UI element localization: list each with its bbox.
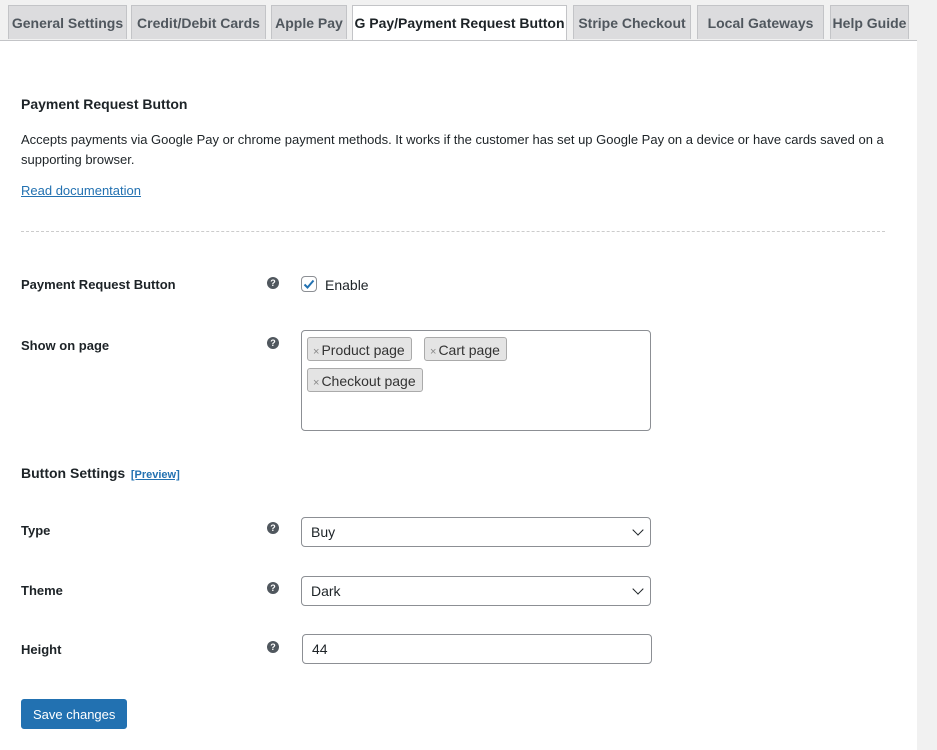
tab-help-guide[interactable]: Help Guide xyxy=(830,5,909,39)
help-icon[interactable]: ? xyxy=(267,582,279,594)
show-on-page-label: Show on page xyxy=(21,338,110,353)
help-icon[interactable]: ? xyxy=(267,337,279,349)
remove-icon[interactable]: × xyxy=(313,346,319,358)
payment-request-label: Payment Request Button xyxy=(21,277,176,292)
chip-label: Product page xyxy=(321,342,405,358)
checkmark-icon xyxy=(303,279,315,289)
section-title: Payment Request Button xyxy=(21,96,188,112)
chip-label: Checkout page xyxy=(321,373,416,389)
button-settings-title: Button Settings xyxy=(21,465,126,481)
enable-label: Enable xyxy=(325,277,369,293)
tab-credit-debit-cards[interactable]: Credit/Debit Cards xyxy=(131,5,266,39)
theme-value: Dark xyxy=(311,583,341,599)
type-select[interactable]: Buy xyxy=(301,517,651,547)
tab-general-settings[interactable]: General Settings xyxy=(8,5,127,39)
chevron-down-icon xyxy=(632,583,644,595)
chip-label: Cart page xyxy=(438,342,500,358)
height-input[interactable] xyxy=(302,634,652,664)
section-description: Accepts payments via Google Pay or chrom… xyxy=(21,132,884,167)
tab-stripe-checkout[interactable]: Stripe Checkout xyxy=(573,5,691,39)
theme-label: Theme xyxy=(21,583,63,598)
type-label: Type xyxy=(21,523,51,538)
save-changes-button[interactable]: Save changes xyxy=(21,699,128,729)
height-label: Height xyxy=(21,642,62,657)
remove-icon[interactable]: × xyxy=(313,377,319,389)
help-icon[interactable]: ? xyxy=(267,522,279,534)
enable-checkbox[interactable] xyxy=(301,276,317,292)
chip-checkout-page: × Checkout page xyxy=(307,368,423,392)
button-settings-heading: Button Settings [Preview] xyxy=(21,465,180,481)
chevron-down-icon xyxy=(632,524,644,536)
help-icon[interactable]: ? xyxy=(267,277,279,289)
chip-product-page: × Product page xyxy=(307,337,412,361)
tab-gpay-payment-request[interactable]: G Pay/Payment Request Button xyxy=(352,5,567,41)
tab-apple-pay[interactable]: Apple Pay xyxy=(271,5,347,39)
chip-cart-page: × Cart page xyxy=(424,337,507,361)
theme-select[interactable]: Dark xyxy=(301,576,651,606)
read-documentation-link[interactable]: Read documentation xyxy=(21,183,141,198)
help-icon[interactable]: ? xyxy=(267,641,279,653)
divider xyxy=(21,231,885,232)
tab-local-gateways[interactable]: Local Gateways xyxy=(697,5,824,39)
type-value: Buy xyxy=(311,524,336,540)
remove-icon[interactable]: × xyxy=(430,346,436,358)
preview-link[interactable]: [Preview] xyxy=(131,469,180,481)
